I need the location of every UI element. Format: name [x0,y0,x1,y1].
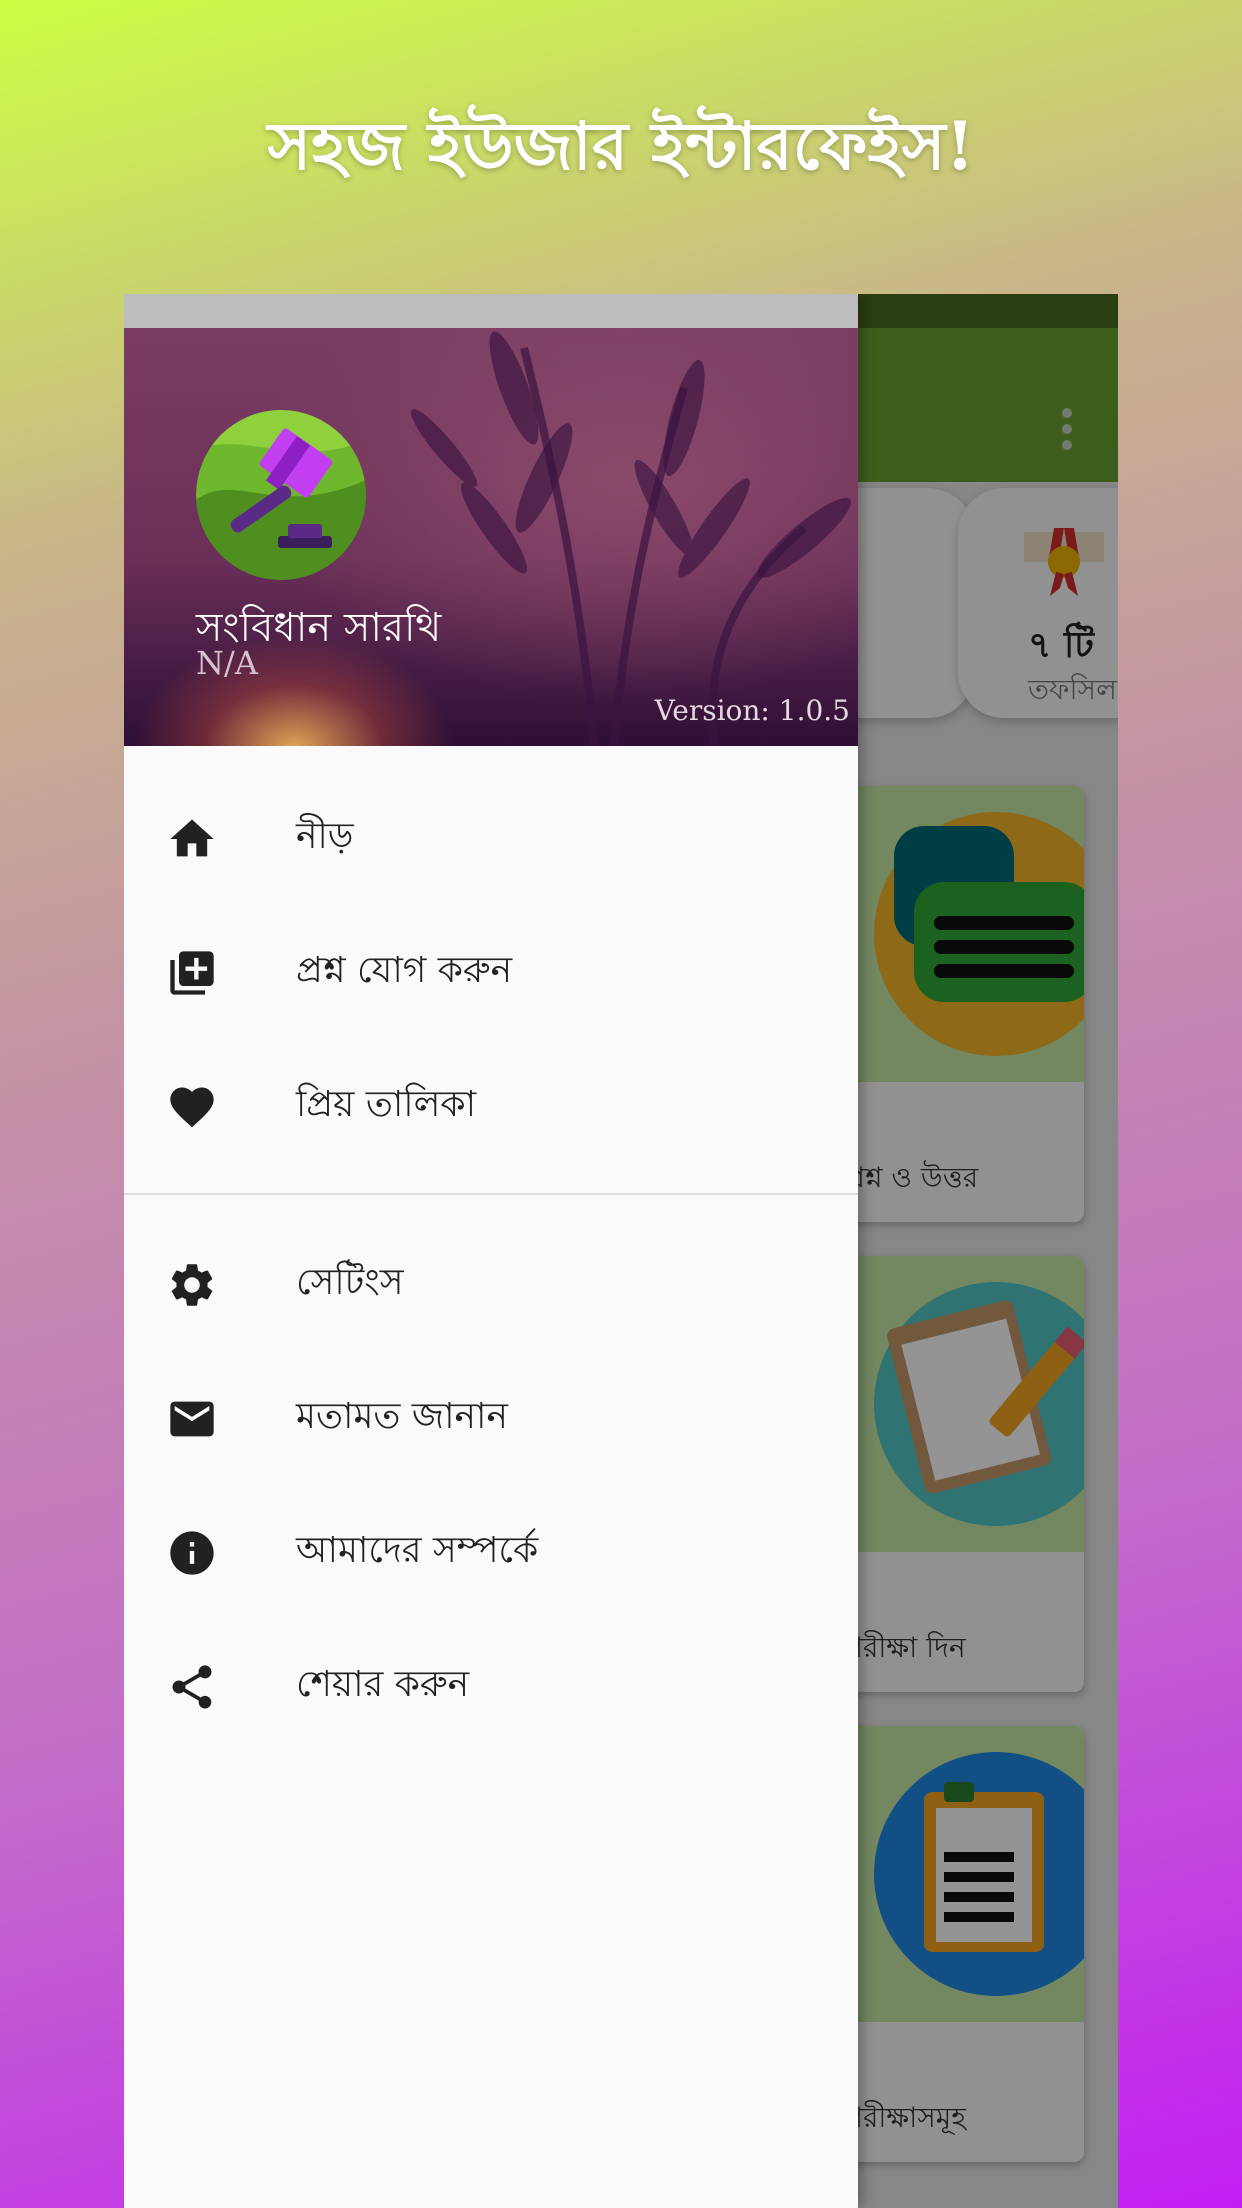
share-icon [164,1659,220,1715]
menu-item-label: প্রিয় তালিকা [296,1084,477,1125]
drawer-header: সংবিধান সারথি N/A Version: 1.0.5 [124,328,858,746]
menu-divider [124,1193,858,1195]
menu-item-label: শেয়ার করুন [296,1664,470,1705]
version-label: Version: 1.0.5 [654,694,850,727]
phone-screen: ৭ টি তফসিল প্রশ্ন ও উত্তর পরীক্ষা দিন পর… [124,294,1118,2208]
menu-item-label: আমাদের সম্পর্কে [296,1530,539,1571]
promo-title: সহজ ইউজার ইন্টারফেইস! [267,107,975,185]
plant-silhouette-image [410,331,851,746]
menu-item-label: প্রশ্ন যোগ করুন [296,950,513,991]
app-logo [196,410,366,580]
gear-icon [164,1257,220,1313]
user-name: N/A [196,644,258,682]
menu-item-favorites[interactable]: প্রিয় তালিকা [124,1040,858,1174]
navigation-drawer: সংবিধান সারথি N/A Version: 1.0.5 নীড় প্… [124,294,858,2208]
menu-item-label: নীড় [296,816,354,857]
menu-item-about[interactable]: আমাদের সম্পর্কে [124,1486,858,1620]
drawer-status-bar [124,294,858,328]
mail-icon [164,1391,220,1447]
menu-item-settings[interactable]: সেটিংস [124,1218,858,1352]
menu-item-label: মতামত জানান [296,1396,508,1437]
gavel-icon [196,410,366,580]
home-icon [164,811,220,867]
menu-item-share[interactable]: শেয়ার করুন [124,1620,858,1754]
menu-item-add-question[interactable]: প্রশ্ন যোগ করুন [124,906,858,1040]
menu-item-feedback[interactable]: মতামত জানান [124,1352,858,1486]
menu-item-home[interactable]: নীড় [124,772,858,906]
add-box-icon [164,945,220,1001]
info-icon [164,1525,220,1581]
menu-item-label: সেটিংস [296,1262,404,1303]
heart-icon [164,1079,220,1135]
